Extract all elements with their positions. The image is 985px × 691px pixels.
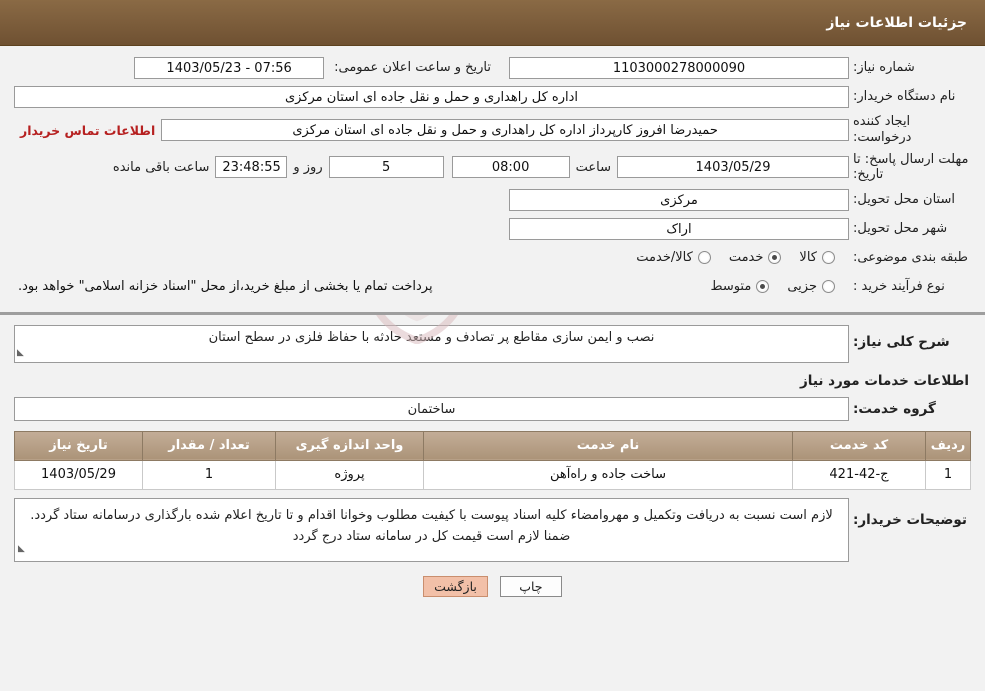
deadline-date-value: 1403/05/29 — [617, 156, 849, 179]
resize-grip-icon[interactable]: ◢ — [18, 539, 25, 560]
requester-value: حمیدرضا افروز کارپرداز اداره کل راهداری … — [161, 119, 849, 142]
column-index: ردیف — [925, 430, 971, 461]
buyer-remarks-text: لازم است نسبت به دریافت وتکمیل و مهروامض… — [30, 507, 833, 544]
buyer-remarks-value: لازم است نسبت به دریافت وتکمیل و مهروامض… — [14, 497, 849, 562]
page-header: جزئیات اطلاعات نیاز — [0, 0, 985, 46]
back-button[interactable]: بازگشت — [423, 575, 488, 597]
resize-grip-icon[interactable]: ◢ — [17, 344, 24, 362]
print-button[interactable]: چاپ — [499, 575, 562, 597]
row-buyer-org: نام دستگاه خریدار: اداره کل راهداری و حم… — [14, 85, 971, 109]
row-category: طبقه بندی موضوعی: کالا خدمت کالا/خدمت — [14, 246, 971, 270]
deadline-time-value: 08:00 — [451, 156, 570, 179]
need-summary-panel: شماره نیاز: 1103000278000090 تاریخ و ساع… — [0, 46, 985, 315]
row-need-number: شماره نیاز: 1103000278000090 تاریخ و ساع… — [14, 56, 971, 80]
category-label: طبقه بندی موضوعی: — [853, 249, 969, 265]
services-table: ردیف کد خدمت نام خدمت واحد اندازه گیری ت… — [14, 430, 971, 490]
column-quantity: تعداد / مقدار — [142, 430, 276, 461]
row-deadline: مهلت ارسال پاسخ: تا تاریخ: 1403/05/29 سا… — [14, 152, 971, 183]
hour-label: ساعت — [575, 159, 611, 175]
days-unit-label: روز و — [293, 159, 323, 175]
city-value: اراک — [509, 217, 849, 240]
buyer-org-value: اداره کل راهداری و حمل و نقل جاده ای است… — [14, 86, 849, 108]
category-option-goods-service[interactable]: کالا/خدمت — [636, 250, 711, 265]
category-option-goods-service-label: کالا/خدمت — [636, 250, 693, 266]
service-group-label: گروه خدمت: — [853, 400, 936, 417]
column-code: کد خدمت — [792, 430, 926, 461]
description-value: نصب و ایمن سازی مقاطع پر تصادف و مستعد ح… — [14, 324, 849, 363]
buyer-remarks-label: توضیحات خریدار: — [853, 511, 967, 528]
remaining-time-value: 23:48:55 — [215, 156, 288, 179]
description-text: نصب و ایمن سازی مقاطع پر تصادف و مستعد ح… — [208, 329, 655, 345]
purchase-note: پرداخت تمام یا بخشی از مبلغ خرید،از محل … — [18, 279, 433, 295]
category-option-service-label: خدمت — [728, 250, 764, 266]
radio-icon[interactable] — [768, 251, 782, 265]
remaining-time-label: ساعت باقی مانده — [112, 159, 210, 175]
need-number-value: 1103000278000090 — [509, 57, 849, 79]
announce-datetime-label: تاریخ و ساعت اعلان عمومی: — [334, 59, 491, 75]
cell-name: ساخت جاده و راه‌آهن — [423, 459, 793, 490]
radio-icon[interactable] — [822, 280, 835, 294]
buyer-contact-link[interactable]: اطلاعات تماس خریدار — [14, 123, 161, 138]
category-option-goods[interactable]: کالا — [799, 250, 835, 265]
row-description: شرح کلی نیاز: نصب و ایمن سازی مقاطع پر ت… — [14, 324, 971, 363]
row-purchase-type: نوع فرآیند خرید : جزیی متوسط پرداخت تمام… — [14, 275, 971, 299]
service-group-value: ساختمان — [14, 396, 849, 421]
purchase-option-medium[interactable]: متوسط — [710, 279, 770, 295]
row-buyer-remarks: توضیحات خریدار: لازم است نسبت به دریافت … — [14, 497, 971, 562]
action-buttons: چاپ بازگشت — [14, 575, 971, 597]
announce-datetime-value: 1403/05/23 - 07:56 — [134, 57, 325, 79]
table-header-row: ردیف کد خدمت نام خدمت واحد اندازه گیری ت… — [14, 430, 971, 461]
row-city: شهر محل تحویل: اراک — [14, 217, 971, 241]
page-title: جزئیات اطلاعات نیاز — [826, 14, 967, 31]
category-option-goods-label: کالا — [799, 250, 817, 266]
cell-index: 1 — [925, 459, 971, 490]
deadline-label: مهلت ارسال پاسخ: تا تاریخ: — [853, 151, 969, 183]
column-need-date: تاریخ نیاز — [14, 430, 143, 461]
table-row: 1 ج-42-421 ساخت جاده و راه‌آهن پروژه 1 1… — [14, 459, 971, 490]
purchase-option-minor-label: جزیی — [787, 279, 817, 295]
need-number-label: شماره نیاز: — [853, 59, 915, 75]
cell-unit: پروژه — [275, 459, 424, 490]
buyer-org-label: نام دستگاه خریدار: — [853, 88, 956, 104]
column-unit: واحد اندازه گیری — [275, 430, 424, 461]
row-province: استان محل تحویل: مرکزی — [14, 188, 971, 212]
row-requester: ایجاد کننده درخواست: حمیدرضا افروز کارپر… — [14, 114, 971, 147]
radio-icon[interactable] — [756, 280, 770, 294]
province-value: مرکزی — [509, 188, 849, 211]
column-name: نام خدمت — [423, 430, 793, 461]
city-label: شهر محل تحویل: — [853, 220, 948, 236]
cell-need-date: 1403/05/29 — [14, 459, 143, 490]
need-details-panel: شرح کلی نیاز: نصب و ایمن سازی مقاطع پر ت… — [0, 314, 985, 603]
services-section-title: اطلاعات خدمات مورد نیاز — [799, 372, 969, 389]
row-service-group: گروه خدمت: ساختمان — [14, 396, 971, 421]
cell-quantity: 1 — [142, 459, 276, 490]
cell-code: ج-42-421 — [792, 459, 926, 490]
purchase-option-medium-label: متوسط — [710, 279, 752, 295]
description-label: شرح کلی نیاز: — [853, 333, 950, 350]
category-option-service[interactable]: خدمت — [729, 250, 782, 265]
purchase-option-minor[interactable]: جزیی — [787, 279, 835, 294]
province-label: استان محل تحویل: — [853, 191, 955, 207]
requester-label: ایجاد کننده درخواست: — [853, 114, 912, 146]
radio-icon[interactable] — [822, 251, 835, 265]
purchase-type-label: نوع فرآیند خرید : — [853, 278, 945, 294]
remaining-days-value: 5 — [328, 156, 444, 179]
radio-icon[interactable] — [697, 251, 711, 265]
